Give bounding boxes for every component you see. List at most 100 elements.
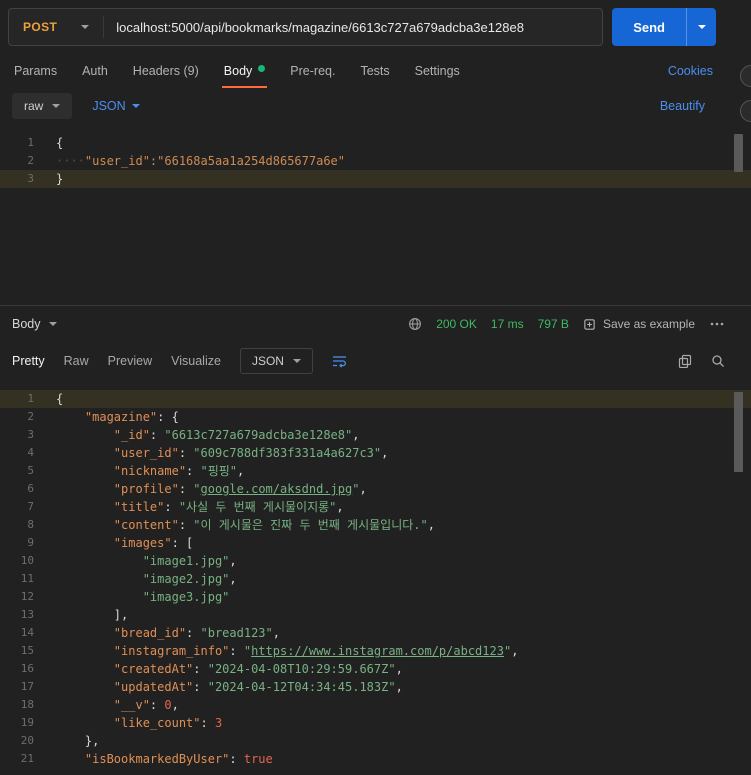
code-token: "609c788df383f331a4a627c3" (193, 446, 382, 460)
response-format-select[interactable]: JSON (239, 348, 313, 374)
code-token: " (193, 482, 201, 496)
code-line[interactable]: 6 "profile": "google.com/aksdnd.jpg", (0, 480, 751, 498)
code-token: "핑핑" (200, 464, 238, 478)
beautify-link[interactable]: Beautify (660, 99, 705, 113)
cookies-link[interactable]: Cookies (668, 64, 713, 78)
code-line[interactable]: 1{ (0, 390, 751, 408)
line-number: 10 (20, 554, 34, 567)
code-line[interactable]: 3} (0, 170, 751, 188)
code-line[interactable]: 2 "magazine": { (0, 408, 751, 426)
search-icon (711, 354, 725, 368)
code-token: "instagram_info" (113, 644, 230, 658)
code-line[interactable]: 4 "user_id": "609c788df383f331a4a627c3", (0, 444, 751, 462)
response-meta-bar: Body 200 OK 17 ms 797 B Save as example (0, 306, 751, 342)
response-format-label: JSON (251, 354, 284, 368)
url-input[interactable]: localhost:5000/api/bookmarks/magazine/66… (104, 9, 602, 45)
code-token: "updatedAt" (113, 680, 194, 694)
code-token: : (186, 464, 201, 478)
code-line[interactable]: 3 "_id": "6613c727a679adcba3e128e8", (0, 426, 751, 444)
code-line[interactable]: 14 "bread_id": "bread123", (0, 624, 751, 642)
code-line[interactable]: 1{ (0, 134, 751, 152)
tab-label: Headers (9) (132, 64, 199, 78)
view-tab-raw[interactable]: Raw (64, 354, 89, 368)
url-link[interactable]: google.com/aksdnd.jpg (201, 482, 353, 496)
line-number: 2 (27, 410, 34, 423)
line-number: 13 (20, 608, 34, 621)
code-line[interactable]: 15 "instagram_info": "https://www.instag… (0, 642, 751, 660)
code-line[interactable]: 16 "createdAt": "2024-04-08T10:29:59.667… (0, 660, 751, 678)
code-token: , (395, 662, 403, 676)
view-tab-pretty[interactable]: Pretty (12, 354, 45, 368)
code-line[interactable]: 5 "nickname": "핑핑", (0, 462, 751, 480)
search-button[interactable] (711, 354, 725, 368)
tab-body[interactable]: Body (221, 54, 268, 88)
code-line[interactable]: 8 "content": "이 게시물은 진짜 두 번째 게시물입니다.", (0, 516, 751, 534)
code-token: }, (56, 734, 100, 748)
code-line[interactable]: 21 "isBookmarkedByUser": true (0, 750, 751, 768)
response-body-select[interactable]: Body (12, 317, 57, 331)
text-wrap-button[interactable] (332, 354, 348, 368)
scrollbar-thumb[interactable] (734, 392, 743, 472)
copy-button[interactable] (678, 354, 692, 368)
code-token: : (149, 698, 165, 712)
code-text: } (34, 170, 63, 188)
response-body-viewer[interactable]: 1{2 "magazine": {3 "_id": "6613c727a679a… (0, 380, 751, 775)
code-token: { (56, 136, 64, 150)
tab-auth[interactable]: Auth (80, 54, 110, 88)
tab-headers-9[interactable]: Headers (9) (131, 54, 201, 88)
tab-pre-req[interactable]: Pre-req. (288, 54, 337, 88)
code-line[interactable]: 17 "updatedAt": "2024-04-12T04:34:45.183… (0, 678, 751, 696)
code-token: "user_id" (113, 446, 179, 460)
code-token: "user_id":"66168a5aa1a254d865677a6e" (84, 154, 345, 168)
url-link[interactable]: https://www.instagram.com/p/abcd123 (251, 644, 504, 658)
code-line[interactable]: 2 ····"user_id":"66168a5aa1a254d865677a6e… (0, 152, 751, 170)
code-token: "이 게시물은 진짜 두 번째 게시물입니다." (193, 518, 428, 532)
code-token: , (272, 626, 280, 640)
wrap-lines-icon (332, 354, 348, 368)
chevron-down-icon (697, 25, 706, 29)
body-format-select[interactable]: JSON (92, 99, 140, 113)
tab-label: Tests (360, 64, 390, 78)
code-token: : (178, 518, 194, 532)
code-line[interactable]: 13 ], (0, 606, 751, 624)
view-tab-visualize[interactable]: Visualize (171, 354, 221, 368)
code-token: , (229, 554, 237, 568)
line-number: 3 (27, 428, 34, 441)
code-line[interactable]: 19 "like_count": 3 (0, 714, 751, 732)
response-view-tabs: Pretty Raw Preview Visualize (12, 354, 221, 368)
tab-label: Auth (82, 64, 108, 78)
body-type-select[interactable]: raw (12, 93, 73, 119)
code-token: "nickname" (113, 464, 187, 478)
code-token: "__v" (113, 698, 150, 712)
code-line[interactable]: 10 "image1.jpg", (0, 552, 751, 570)
code-token: , (336, 500, 344, 514)
line-number: 9 (27, 536, 34, 549)
line-number: 16 (20, 662, 34, 675)
code-line[interactable]: 7 "title": "사실 두 번째 게시물이지롱", (0, 498, 751, 516)
more-options-button[interactable] (709, 317, 725, 331)
code-text: "updatedAt": "2024-04-12T04:34:45.183Z", (34, 678, 403, 696)
scrollbar-thumb[interactable] (734, 134, 743, 172)
body-type-bar: raw JSON Beautify (0, 88, 751, 124)
method-selector[interactable]: POST (9, 9, 103, 45)
tab-settings[interactable]: Settings (413, 54, 462, 88)
code-line[interactable]: 12 "image3.jpg" (0, 588, 751, 606)
view-tab-preview[interactable]: Preview (108, 354, 152, 368)
code-line[interactable]: 11 "image2.jpg", (0, 570, 751, 588)
send-options-button[interactable] (686, 8, 716, 46)
send-button[interactable]: Send (612, 8, 686, 46)
code-line[interactable]: 20 }, (0, 732, 751, 750)
tab-tests[interactable]: Tests (358, 54, 391, 88)
tab-params[interactable]: Params (12, 54, 59, 88)
request-body-editor[interactable]: 1{2 ····"user_id":"66168a5aa1a254d865677a… (0, 124, 751, 305)
code-line[interactable]: 18 "__v": 0, (0, 696, 751, 714)
code-line[interactable]: 9 "images": [ (0, 534, 751, 552)
method-label: POST (23, 20, 58, 34)
save-as-example-button[interactable]: Save as example (583, 317, 695, 331)
